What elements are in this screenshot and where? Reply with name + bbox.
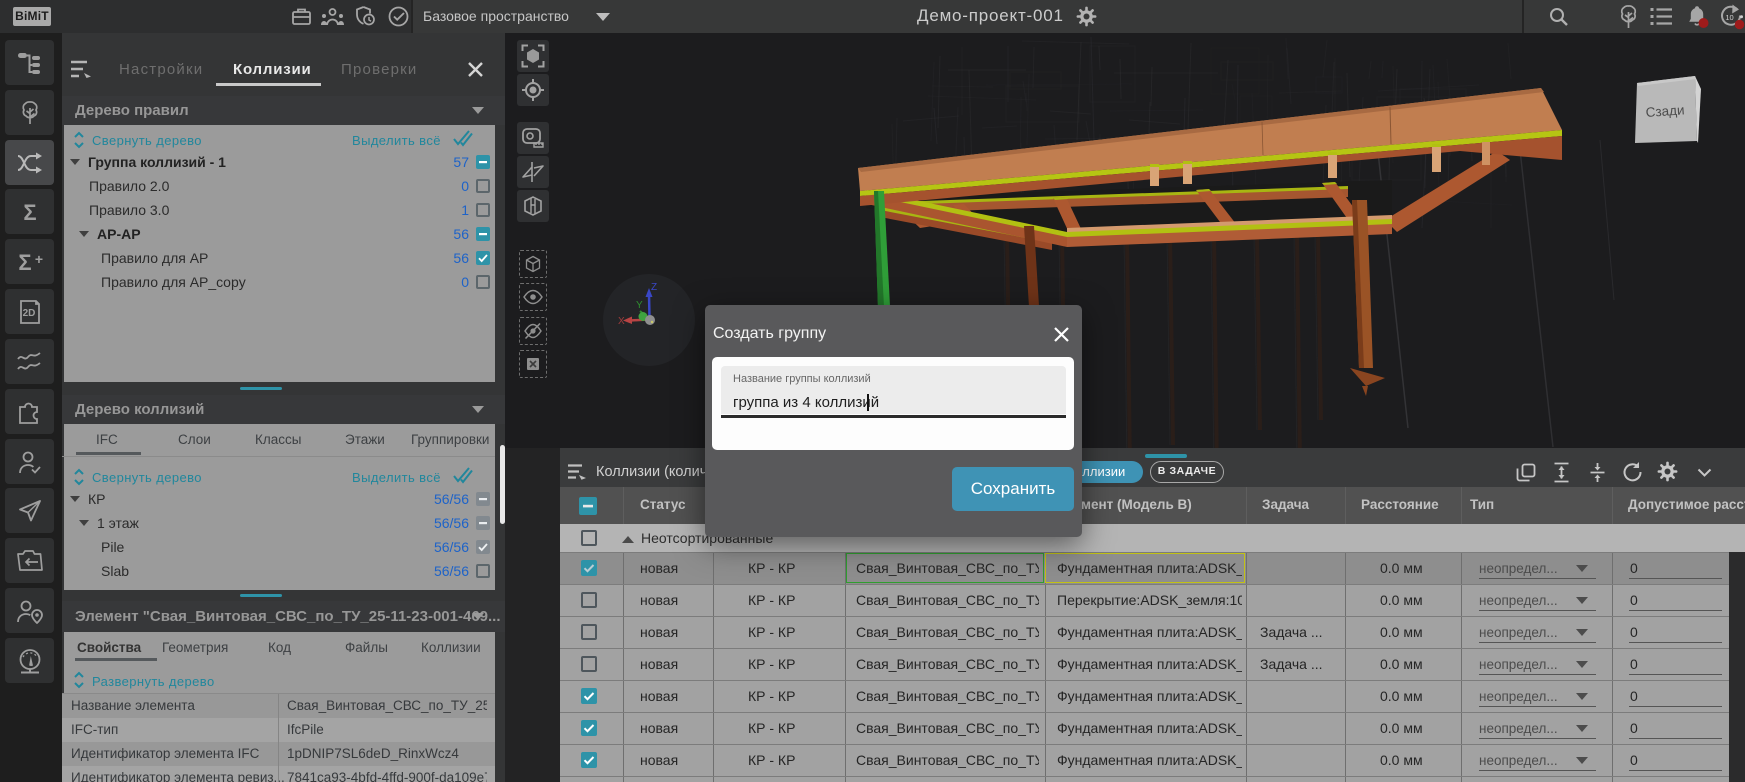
svg-text:Y: Y [636,300,643,311]
svg-text:2D: 2D [22,308,35,319]
svg-text:10: 10 [1725,13,1733,22]
svg-text:X: X [618,316,625,327]
svg-text:Z: Z [651,282,657,293]
svg-text:Σ: Σ [23,200,36,225]
svg-text:+: + [34,251,42,267]
svg-text:Σ: Σ [18,250,31,275]
svg-text:Сзади: Сзади [1645,102,1685,120]
